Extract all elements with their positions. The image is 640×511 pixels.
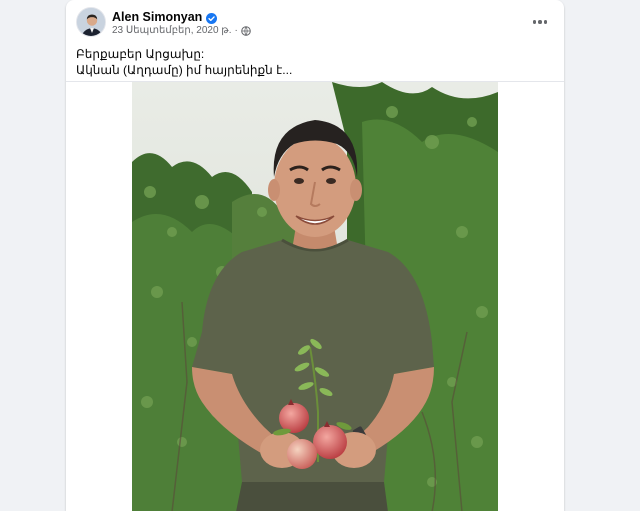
post-timestamp[interactable]: 23 Սեպտեմբեր, 2020 թ.: [112, 25, 231, 36]
meta-separator: ·: [234, 25, 238, 36]
more-options-dot: [538, 20, 542, 24]
post-photo[interactable]: [132, 82, 498, 511]
post-media: [66, 81, 564, 511]
post-text-line-1: Բերքաբեր Արցախը:: [76, 47, 205, 61]
author-avatar[interactable]: [76, 7, 106, 37]
globe-icon[interactable]: [241, 25, 251, 36]
more-options-button[interactable]: [530, 12, 550, 32]
verified-badge-icon: [206, 11, 218, 24]
more-options-dot: [543, 20, 548, 24]
post-card: Alen Simonyan 23 Սեպտեմբեր, 2020 թ. · Բե…: [66, 0, 564, 511]
author-name[interactable]: Alen Simonyan: [112, 10, 202, 24]
post-text: Բերքաբեր Արցախը: Ակնան (Աղդամը) իմ հայրե…: [76, 46, 546, 78]
post-header: Alen Simonyan 23 Սեպտեմբեր, 2020 թ. ·: [66, 0, 564, 44]
author-row: Alen Simonyan: [112, 9, 218, 24]
post-text-line-2: Ակնան (Աղդամը) իմ հայրենիքն է...: [76, 63, 293, 77]
more-options-icon: [532, 20, 537, 24]
post-meta: 23 Սեպտեմբեր, 2020 թ. ·: [112, 25, 251, 36]
news-feed: Alen Simonyan 23 Սեպտեմբեր, 2020 թ. · Բե…: [0, 0, 640, 511]
